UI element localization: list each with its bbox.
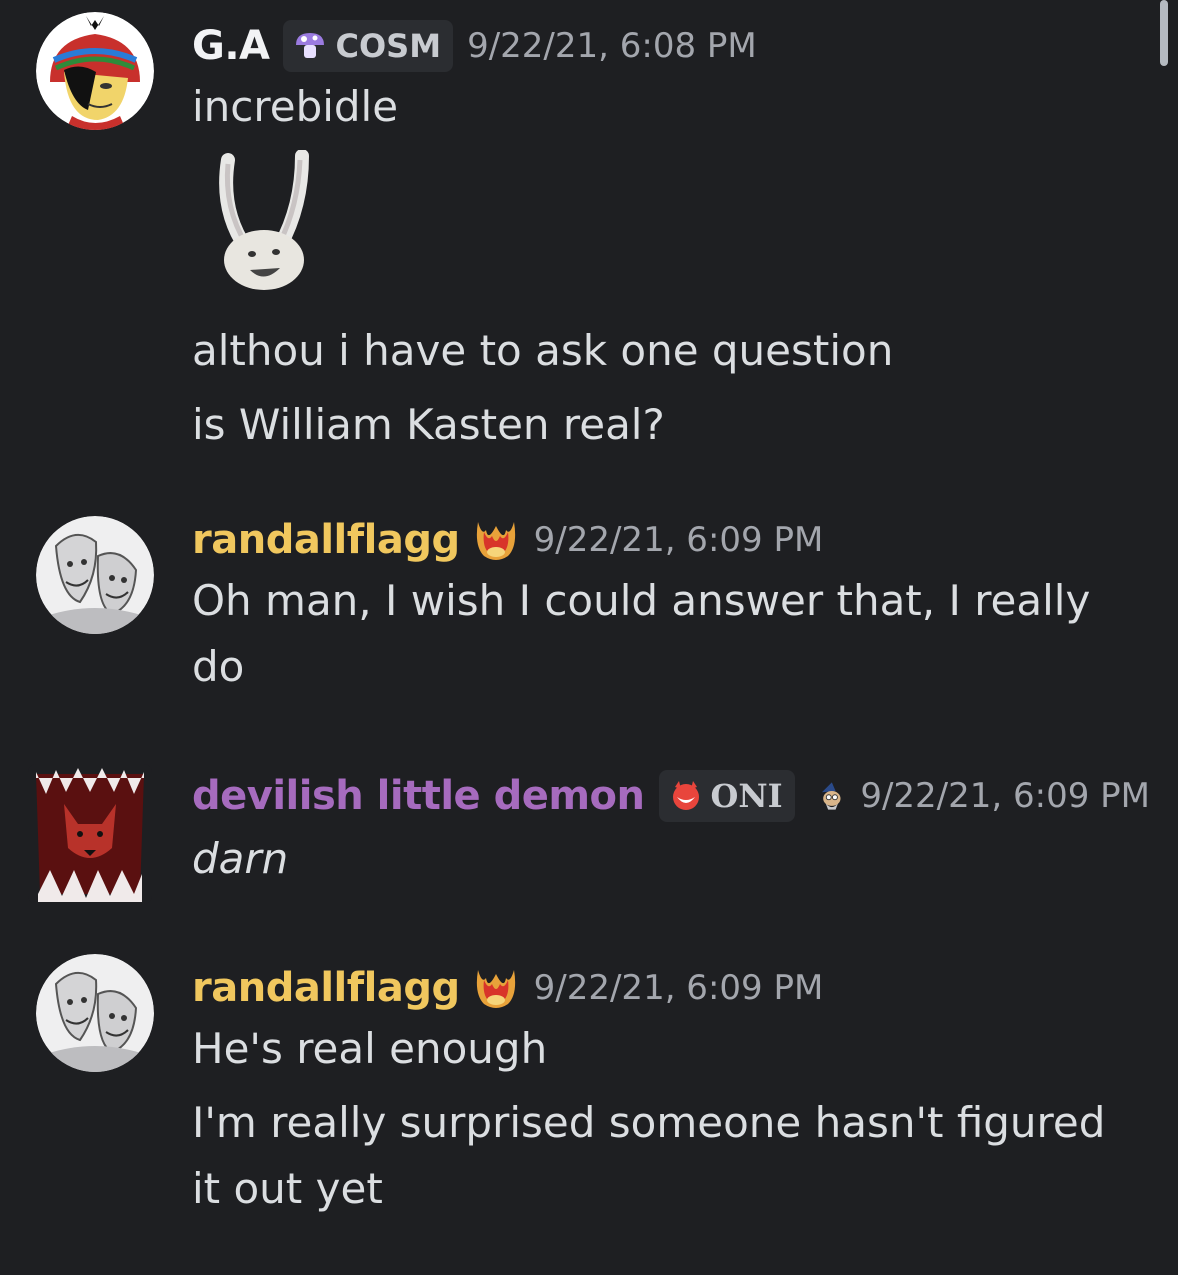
username[interactable]: devilish little demon — [192, 773, 645, 819]
avatar[interactable] — [36, 12, 154, 130]
message-header: G.A COSM 9/22/21, 6:08 PM — [192, 18, 1150, 74]
message-line: do — [192, 642, 245, 691]
avatar[interactable] — [36, 954, 154, 1072]
message-content: G.A COSM 9/22/21, 6:08 PM increbidle alt… — [192, 18, 1150, 458]
message-content: randallflagg 9/22/21, 6:09 PM He's real … — [192, 960, 1150, 1222]
server-tag[interactable]: ONI — [658, 770, 795, 822]
timestamp: 9/22/21, 6:08 PM — [467, 26, 757, 66]
mushroom-icon — [296, 33, 325, 58]
message-line: darn — [192, 834, 289, 883]
chat-log: G.A COSM 9/22/21, 6:08 PM increbidle alt… — [0, 0, 1178, 1275]
bunny-sticker — [206, 149, 316, 300]
message-line: Oh man, I wish I could answer that, I re… — [192, 576, 1091, 625]
fire-icon[interactable] — [472, 964, 520, 1012]
server-tag[interactable]: COSM — [283, 20, 454, 72]
username[interactable]: randallflagg — [192, 965, 460, 1011]
message-line: althou i have to ask one question — [192, 326, 894, 375]
message-line: increbidle — [192, 82, 399, 131]
scrollbar[interactable] — [1160, 0, 1168, 66]
message-header: randallflagg 9/22/21, 6:09 PM — [192, 960, 1150, 1016]
wizard-face-icon[interactable] — [817, 772, 847, 820]
avatar[interactable] — [36, 516, 154, 634]
oni-mask-icon — [672, 781, 699, 810]
timestamp: 9/22/21, 6:09 PM — [533, 520, 824, 560]
message-header: devilish little demon ONI 9/22/21, 6:09 … — [192, 768, 1150, 824]
username[interactable]: G.A — [192, 23, 270, 69]
timestamp: 9/22/21, 6:09 PM — [860, 776, 1150, 816]
avatar[interactable] — [28, 764, 152, 904]
message-content: randallflagg 9/22/21, 6:09 PM Oh man, I … — [192, 512, 1150, 700]
username[interactable]: randallflagg — [192, 517, 460, 563]
message-line: He's real enough — [192, 1024, 548, 1073]
message-line: I'm really surprised someone hasn't figu… — [192, 1098, 1106, 1147]
message-header: randallflagg 9/22/21, 6:09 PM — [192, 512, 1150, 568]
timestamp: 9/22/21, 6:09 PM — [533, 968, 824, 1008]
message-line: it out yet — [192, 1164, 383, 1213]
tag-label: ONI — [710, 777, 783, 815]
message-content: devilish little demon ONI 9/22/21, 6:09 … — [192, 768, 1150, 892]
fire-icon[interactable] — [472, 516, 520, 564]
tag-label: COSM — [335, 27, 442, 65]
bunny-icon — [219, 149, 309, 290]
message-line: is William Kasten real? — [192, 400, 665, 449]
